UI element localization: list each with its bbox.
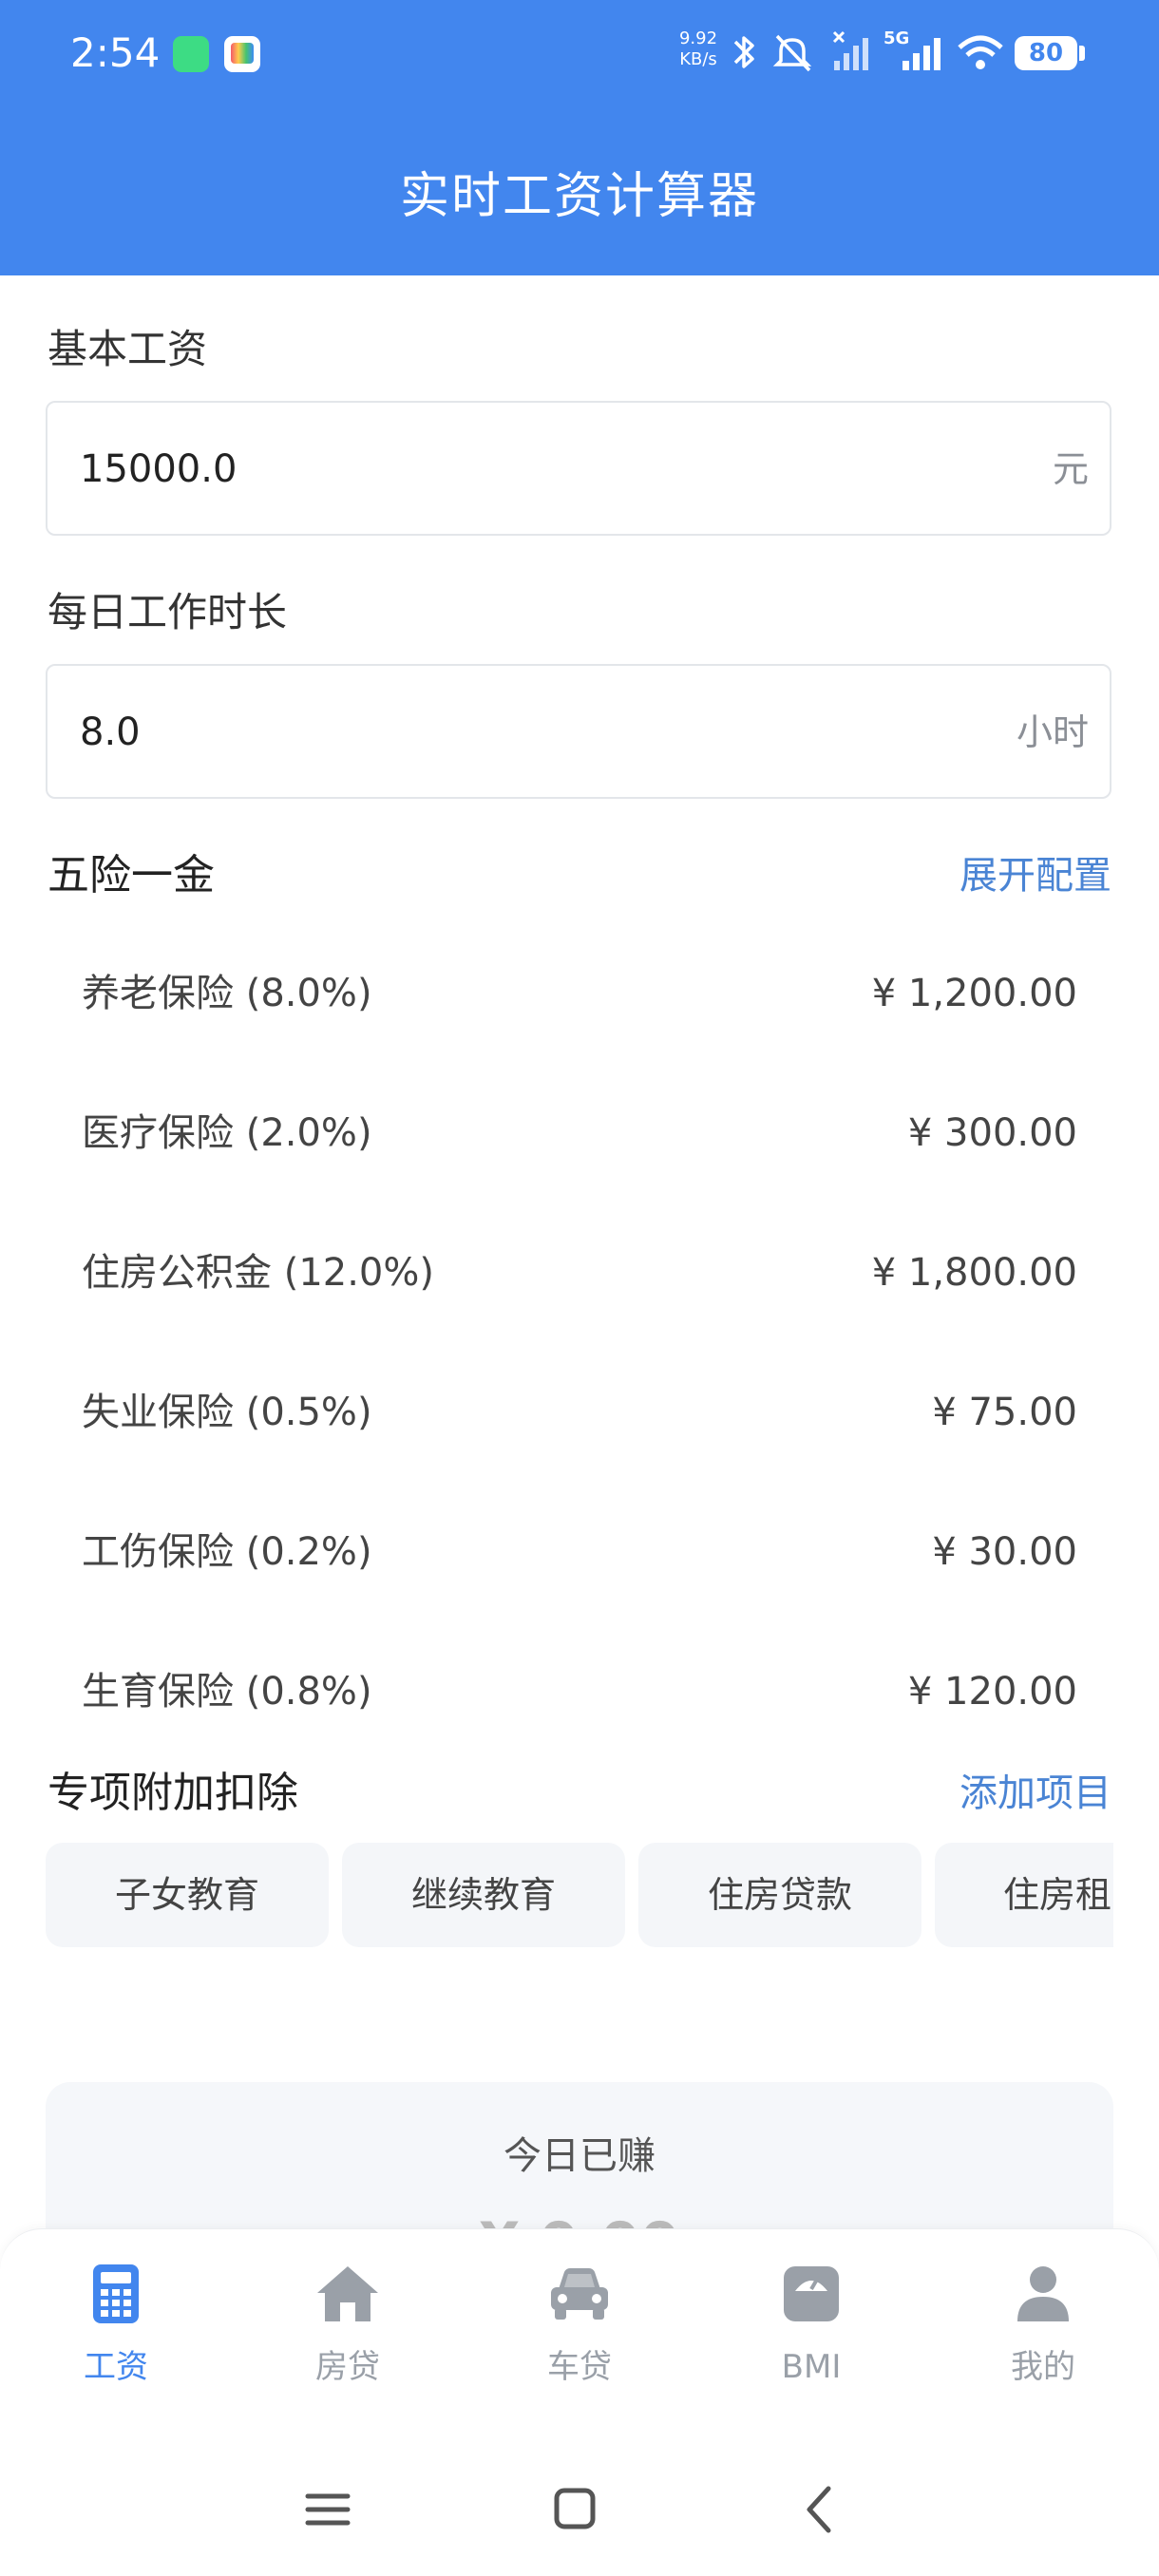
insurance-row: 住房公积金 (12.0%) ¥ 1,800.00 bbox=[82, 1244, 1077, 1301]
signal-icon bbox=[832, 30, 868, 70]
wifi-icon bbox=[958, 35, 1003, 69]
app-icon bbox=[224, 36, 260, 72]
calculator-icon bbox=[93, 2264, 139, 2323]
nav-salary[interactable]: 工资 bbox=[0, 2263, 232, 2415]
insurance-row: 医疗保险 (2.0%) ¥ 300.00 bbox=[82, 1105, 1077, 1162]
net-speed-value: 9.92 bbox=[678, 28, 718, 48]
insurance-name: 住房公积金 (12.0%) bbox=[82, 1251, 434, 1295]
nav-bmi[interactable]: BMI bbox=[695, 2263, 927, 2415]
scale-icon bbox=[784, 2266, 839, 2321]
deductions-title: 专项附加扣除 bbox=[48, 1769, 298, 1817]
work-hours-field[interactable]: 小时 bbox=[46, 664, 1112, 799]
net-speed: 9.92 KB/s bbox=[676, 28, 720, 70]
battery-tip bbox=[1079, 46, 1085, 61]
earnings-label: 今日已赚 bbox=[504, 2134, 656, 2178]
add-item-link[interactable]: 添加项目 bbox=[960, 1765, 1112, 1822]
back-icon[interactable] bbox=[788, 2481, 855, 2538]
nav-mortgage[interactable]: 房贷 bbox=[232, 2263, 464, 2415]
person-icon bbox=[1017, 2266, 1069, 2321]
insurance-name: 养老保险 (8.0%) bbox=[82, 972, 372, 1015]
net-speed-unit: KB/s bbox=[679, 49, 717, 69]
insurance-name: 医疗保险 (2.0%) bbox=[82, 1111, 372, 1155]
status-time: 2:54 bbox=[70, 29, 161, 76]
insurance-name: 失业保险 (0.5%) bbox=[82, 1391, 372, 1434]
work-hours-label: 每日工作时长 bbox=[48, 589, 288, 635]
insurance-name: 工伤保险 (0.2%) bbox=[82, 1530, 372, 1574]
base-salary-unit: 元 bbox=[1052, 448, 1089, 490]
insurance-amount: ¥ 1,800.00 bbox=[871, 1251, 1077, 1295]
base-salary-input[interactable] bbox=[80, 439, 935, 500]
mute-icon bbox=[772, 34, 812, 72]
chip-housing-loan[interactable]: 住房贷款 bbox=[638, 1843, 922, 1947]
battery-icon: 80 bbox=[1015, 36, 1077, 70]
chip-continuing-education[interactable]: 继续教育 bbox=[342, 1843, 625, 1947]
car-icon bbox=[551, 2268, 608, 2320]
app-bar: 2:54 9.92 KB/s 5G 80 实时工资计算器 bbox=[0, 0, 1159, 275]
nav-label: 车贷 bbox=[547, 2348, 612, 2386]
nav-label: 房贷 bbox=[315, 2348, 380, 2386]
deduction-chips[interactable]: 子女教育 继续教育 住房贷款 住房租 bbox=[46, 1843, 1113, 1947]
insurance-amount: ¥ 1,200.00 bbox=[871, 972, 1077, 1015]
work-hours-unit: 小时 bbox=[1016, 711, 1089, 753]
bluetooth-icon bbox=[733, 36, 754, 68]
nav-label: 我的 bbox=[1011, 2348, 1075, 2386]
expand-config-link[interactable]: 展开配置 bbox=[960, 847, 1112, 904]
insurance-title: 五险一金 bbox=[48, 851, 215, 900]
house-icon bbox=[317, 2266, 378, 2321]
android-icon bbox=[173, 36, 209, 72]
signal-5g-icon bbox=[902, 38, 940, 70]
nav-profile[interactable]: 我的 bbox=[927, 2263, 1159, 2415]
chip-housing-rent[interactable]: 住房租 bbox=[935, 1843, 1113, 1947]
nav-car-loan[interactable]: 车贷 bbox=[464, 2263, 695, 2415]
menu-icon[interactable] bbox=[294, 2481, 361, 2538]
insurance-name: 生育保险 (0.8%) bbox=[82, 1670, 372, 1714]
insurance-amount: ¥ 30.00 bbox=[932, 1530, 1077, 1574]
insurance-amount: ¥ 75.00 bbox=[932, 1391, 1077, 1434]
insurance-amount: ¥ 120.00 bbox=[907, 1670, 1077, 1714]
insurance-row: 工伤保险 (0.2%) ¥ 30.00 bbox=[82, 1524, 1077, 1581]
insurance-amount: ¥ 300.00 bbox=[907, 1111, 1077, 1155]
home-square-icon[interactable] bbox=[542, 2481, 608, 2538]
nav-label: 工资 bbox=[84, 2348, 148, 2386]
work-hours-input[interactable] bbox=[80, 702, 935, 763]
page-title: 实时工资计算器 bbox=[399, 168, 759, 225]
insurance-row: 养老保险 (8.0%) ¥ 1,200.00 bbox=[82, 965, 1077, 1022]
chip-child-education[interactable]: 子女教育 bbox=[46, 1843, 329, 1947]
base-salary-label: 基本工资 bbox=[48, 326, 208, 372]
insurance-row: 失业保险 (0.5%) ¥ 75.00 bbox=[82, 1384, 1077, 1441]
base-salary-field[interactable]: 元 bbox=[46, 401, 1112, 536]
insurance-row: 生育保险 (0.8%) ¥ 120.00 bbox=[82, 1663, 1077, 1720]
nav-label: BMI bbox=[781, 2348, 842, 2386]
